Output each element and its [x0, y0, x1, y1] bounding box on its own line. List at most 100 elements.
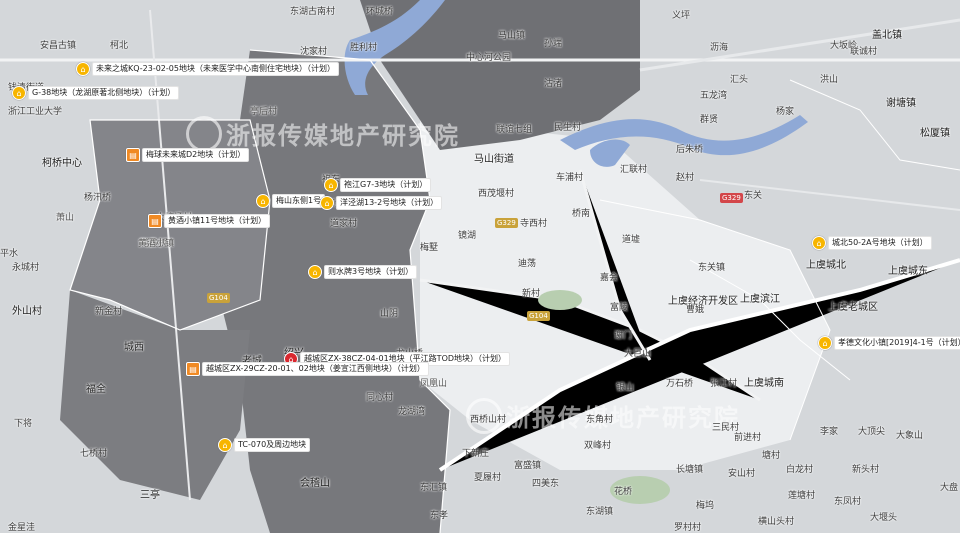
place-label: 洪山: [820, 75, 839, 85]
place-label: 胜利村: [350, 43, 378, 53]
place-label: 新村: [522, 289, 541, 299]
place-label: 迪荡: [518, 259, 537, 269]
watermark-text: 浙报传媒地产研究院: [506, 404, 740, 432]
land-parcel-marker[interactable]: ⌂ 梅山东侧1号: [256, 194, 326, 208]
land-parcel-marker[interactable]: ▤ 越城区ZX-29CZ-20-01、02地块（姜宣江西侧地块）（计划）: [186, 362, 429, 376]
place-label: 双峰村: [584, 441, 612, 451]
place-label: 塘村: [762, 451, 781, 461]
house-icon: ⌂: [812, 236, 826, 250]
place-label: 杨汛桥: [84, 193, 112, 203]
place-label: 三民村: [712, 423, 740, 433]
place-label: 永城村: [12, 263, 40, 273]
land-parcel-marker[interactable]: ⌂ 袍江G7-3地块（计划）: [324, 178, 432, 192]
place-label: 大象山: [896, 431, 924, 441]
watermark-text: 浙报传媒地产研究院: [226, 122, 460, 150]
road-shield: G104: [207, 293, 230, 303]
place-label: 杨家: [776, 107, 795, 117]
place-label: 金星洼: [8, 523, 36, 533]
place-label: 福全: [86, 384, 106, 395]
place-label: 上虞滨江: [740, 294, 780, 305]
place-label: 东湖古南村: [290, 7, 336, 17]
house-icon: ⌂: [320, 196, 334, 210]
place-label: 上虞老城区: [828, 302, 878, 313]
place-label: 莲塘村: [788, 491, 816, 501]
place-label: 山阴: [380, 309, 399, 319]
place-label: 谢门: [614, 331, 633, 341]
map-canvas[interactable]: 浙报传媒地产研究院 浙报传媒地产研究院 G329 G104 G329 G104 …: [0, 0, 960, 533]
place-label: 萧山: [56, 213, 75, 223]
land-parcel-marker[interactable]: ⌂ TC-070及周边地块: [218, 438, 311, 452]
land-parcel-marker[interactable]: ▤ 黄酒小镇11号地块（计划）: [148, 214, 271, 228]
land-parcel-marker[interactable]: ⌂ 洋泾湖13-2号地块（计划）: [320, 196, 443, 210]
land-parcel-marker[interactable]: ⌂ 未来之城KQ-23-02-05地块（未来医学中心南侧住宅地块）（计划）: [76, 62, 339, 76]
place-label: 马山街道: [474, 154, 514, 165]
place-label: 李家: [820, 427, 839, 437]
place-label: 安山村: [728, 469, 756, 479]
place-label: 中心河公园: [466, 53, 512, 63]
land-parcel-marker[interactable]: ⌂ G-38地块（龙湖原著北侧地块）（计划）: [12, 86, 180, 100]
road-shield: G329: [720, 193, 743, 203]
place-label: 东角村: [586, 415, 614, 425]
place-label: 梅墅: [420, 243, 439, 253]
place-label: 松厦镇: [920, 128, 950, 139]
place-label: 凤凰山: [420, 379, 448, 389]
road-shield: G329: [495, 218, 518, 228]
place-label: 三亭: [140, 490, 160, 501]
place-label: 浙江工业大学: [8, 107, 63, 117]
place-label: 亭后村: [250, 107, 278, 117]
place-label: 东汇镇: [420, 483, 448, 493]
place-label: 银山: [616, 383, 635, 393]
place-label: 罗村村: [674, 523, 702, 533]
place-label: 西桥山村: [470, 415, 507, 425]
place-label: 赵村: [676, 173, 695, 183]
house-icon: ⌂: [818, 336, 832, 350]
place-label: 上虞城南: [744, 378, 784, 389]
marker-label: 梅山东侧1号: [272, 194, 326, 208]
place-label: 道家村: [330, 219, 358, 229]
marker-label: TC-070及周边地块: [234, 438, 311, 452]
land-parcel-marker[interactable]: ⌂ 孝德文化小镇[2019]4-1号（计划）: [818, 336, 960, 350]
house-icon: ⌂: [308, 265, 322, 279]
land-parcel-marker[interactable]: ▤ 梅球未来城D2地块（计划）: [126, 148, 250, 162]
marker-label: G-38地块（龙湖原著北侧地块）（计划）: [28, 86, 180, 100]
marker-label: 越城区ZX-29CZ-20-01、02地块（姜宣江西侧地块）（计划）: [202, 362, 429, 376]
place-label: 马山镇: [498, 31, 526, 41]
place-label: 沽渚: [544, 79, 563, 89]
road-shield: G104: [527, 311, 550, 321]
place-label: 沥海: [710, 43, 729, 53]
land-parcel-marker[interactable]: ⌂ 城北50-2A号地块（计划）: [812, 236, 932, 250]
place-label: 镜湖: [458, 231, 477, 241]
place-label: 富陵: [610, 303, 629, 313]
place-label: 汇联村: [620, 165, 648, 175]
place-label: 汇头: [730, 75, 749, 85]
place-label: 联诚村: [850, 47, 878, 57]
place-label: 大堰头: [870, 513, 898, 523]
house-icon: ⌂: [218, 438, 232, 452]
marker-label: 黄酒小镇11号地块（计划）: [164, 214, 271, 228]
place-label: 下新庄: [462, 449, 490, 459]
place-label: 夏履村: [474, 473, 502, 483]
marker-label: 则水牌3号地块（计划）: [324, 265, 418, 279]
place-label: 东关: [744, 191, 763, 201]
place-label: 新金村: [95, 307, 123, 317]
place-label: 后朱桥: [676, 145, 704, 155]
place-label: 柯桥中心: [42, 158, 82, 169]
place-label: 大巨山: [624, 349, 652, 359]
place-label: 外山村: [12, 306, 42, 317]
watermark-logo: [186, 116, 222, 152]
marker-label: 未来之城KQ-23-02-05地块（未来医学中心南侧住宅地块）（计划）: [92, 62, 339, 76]
place-label: 上虞城东: [888, 266, 928, 277]
place-label: 城西: [124, 342, 144, 353]
place-label: 联谊七组: [496, 125, 533, 135]
place-label: 民生村: [554, 123, 582, 133]
place-label: 义坪: [672, 11, 691, 21]
house-icon: ⌂: [12, 86, 26, 100]
place-label: 东关镇: [698, 263, 726, 273]
place-label: 柯北: [110, 41, 129, 51]
place-label: 新头村: [852, 465, 880, 475]
land-parcel-marker[interactable]: ⌂ 则水牌3号地块（计划）: [308, 265, 418, 279]
building-icon: ▤: [126, 148, 140, 162]
place-label: 万石桥: [666, 379, 694, 389]
place-label: 大盘: [940, 483, 959, 493]
place-label: 道墟: [622, 235, 641, 245]
